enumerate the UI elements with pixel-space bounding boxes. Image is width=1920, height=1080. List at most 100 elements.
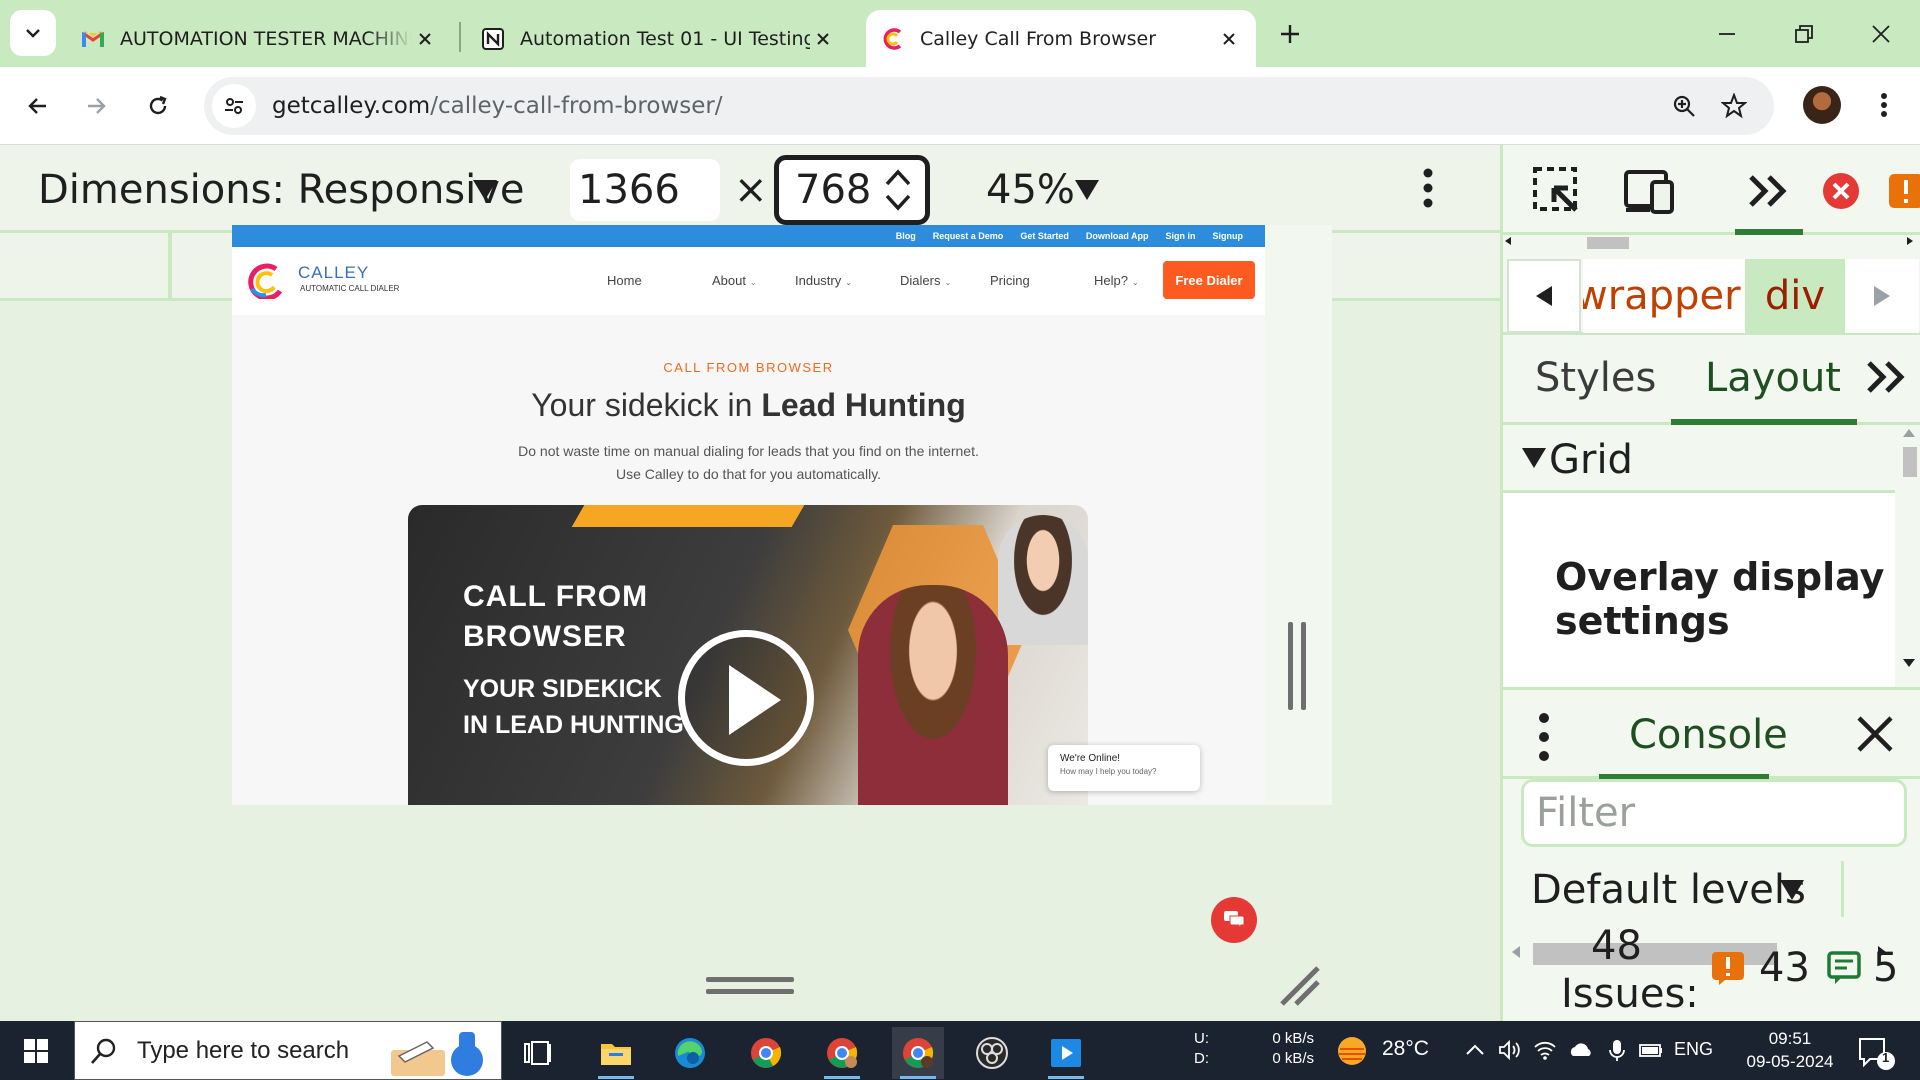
forward-button[interactable] [74,84,118,128]
play-button[interactable] [678,630,814,766]
taskbar-obs[interactable] [966,1027,1018,1079]
taskbar-file-explorer[interactable] [590,1027,642,1079]
task-view-button[interactable] [512,1027,564,1079]
chat-launcher-button[interactable] [1211,897,1257,943]
breadcrumb-div[interactable]: div [1745,259,1845,333]
taskbar-edge[interactable] [664,1027,716,1079]
taskbar-chrome[interactable] [740,1027,792,1079]
emulated-page-gutter [1265,225,1332,805]
logo-wordmark[interactable]: CALLEY [298,263,369,283]
warning-count[interactable]: 43 [1759,945,1810,991]
layout-pane-vscrollbar[interactable] [1895,425,1920,687]
zoom-indicator-button[interactable] [1664,86,1704,126]
top-link-sign-in[interactable]: Sign in [1166,231,1196,241]
nav-help[interactable]: Help? ⌄ [1094,273,1139,288]
console-filter-input[interactable]: Filter [1521,779,1907,847]
nav-industry[interactable]: Industry ⌄ [795,273,852,288]
breadcrumb-scroll-left[interactable] [1507,259,1581,333]
tab-calley[interactable]: Calley Call From Browser [866,10,1256,67]
nav-about[interactable]: About ⌄ [712,273,757,288]
more-vertical-icon[interactable] [1529,710,1559,764]
profile-avatar[interactable] [1803,86,1841,124]
bookmark-button[interactable] [1714,86,1754,126]
width-input[interactable]: 1366 [570,159,720,221]
microphone-icon[interactable] [1604,1037,1630,1063]
issues-total[interactable]: 48 [1591,923,1642,969]
grid-section-header[interactable]: Grid [1503,425,1895,493]
tab-search-button[interactable] [10,10,56,56]
start-button[interactable] [14,1029,58,1073]
top-link-download-app[interactable]: Download App [1086,231,1149,241]
free-dialer-button[interactable]: Free Dialer [1163,261,1255,299]
log-levels-dropdown[interactable]: Default levels [1531,867,1806,913]
chat-greeting-bubble[interactable]: We're Online! How may I help you today? [1048,745,1200,791]
issues-label[interactable]: Issues: [1561,971,1699,1017]
device-options-button[interactable] [1408,163,1448,213]
reload-button[interactable] [136,84,180,128]
taskbar-chrome-active[interactable] [892,1027,944,1079]
close-icon[interactable] [1853,712,1897,756]
top-link-request-demo[interactable]: Request a Demo [933,231,1004,241]
message-count[interactable]: 5 [1873,945,1898,991]
breadcrumb-wrapper[interactable]: wrapper [1583,259,1745,333]
tab-gmail[interactable]: AUTOMATION TESTER MACHINE TEST [66,10,452,67]
errors-indicator[interactable] [1813,163,1869,219]
resize-handle-corner[interactable] [1278,964,1320,1006]
chevron-down-icon: ⌄ [1131,278,1139,287]
top-link-blog[interactable]: Blog [896,231,916,241]
stepper-icon[interactable] [883,164,913,216]
taskbar-media-player[interactable] [1040,1027,1092,1079]
calley-logo-icon[interactable] [246,263,284,299]
device-toolbar-toggle[interactable] [1621,163,1677,219]
close-tab-icon[interactable] [810,26,836,52]
top-link-signup[interactable]: Signup [1213,231,1244,241]
toolbar-scrollbar[interactable] [1503,235,1920,253]
minimize-button[interactable] [1707,14,1747,54]
browser-menu-button[interactable] [1864,85,1904,125]
height-input[interactable]: 768 [774,155,930,225]
console-drawer-header: Console [1503,687,1920,780]
site-info-button[interactable] [212,84,256,128]
double-chevron-right-icon[interactable] [1865,357,1909,397]
resize-handle-bottom[interactable] [706,975,794,999]
close-window-button[interactable] [1861,14,1901,54]
nav-home[interactable]: Home [607,273,642,288]
warnings-indicator[interactable] [1883,163,1920,219]
close-tab-icon[interactable] [1216,26,1242,52]
chevron-up-icon[interactable] [1462,1037,1488,1063]
restore-button[interactable] [1784,14,1824,54]
input-language[interactable]: ENG [1674,1039,1713,1060]
close-tab-icon[interactable] [412,26,438,52]
hero-video[interactable]: CALL FROM BROWSER YOUR SIDEKICK IN LEAD … [408,505,1088,805]
taskbar-chrome-profile[interactable] [816,1027,868,1079]
media-query-marker[interactable] [168,233,172,298]
onedrive-icon[interactable] [1568,1037,1594,1063]
address-bar[interactable]: getcalley.com/calley-call-from-browser/ [204,77,1774,135]
zoom-dropdown[interactable]: 45% [986,167,1075,213]
top-link-get-started[interactable]: Get Started [1020,231,1069,241]
layout-pane: Grid Overlay display settings [1503,425,1895,967]
nav-dialers[interactable]: Dialers ⌄ [900,273,951,288]
resize-handle-right[interactable] [1288,622,1310,710]
battery-icon[interactable] [1638,1037,1664,1063]
tab-console[interactable]: Console [1629,712,1788,758]
more-panels-button[interactable] [1741,163,1797,219]
taskbar-search[interactable]: Type here to search [74,1021,502,1080]
tab-layout[interactable]: Layout [1705,355,1841,401]
video-agent-image [998,515,1088,645]
breadcrumb-scroll-right[interactable] [1845,259,1919,333]
dimensions-dropdown[interactable]: Dimensions: Responsive [38,167,525,213]
volume-icon[interactable] [1496,1037,1522,1063]
tab-styles[interactable]: Styles [1535,355,1656,401]
new-tab-button[interactable] [1270,14,1310,54]
wifi-icon[interactable] [1532,1037,1558,1063]
notification-icon [1859,1038,1895,1070]
tab-notion[interactable]: Automation Test 01 - UI Testing [466,10,850,67]
weather-temperature[interactable]: 28°C [1382,1037,1429,1061]
system-clock[interactable]: 09:51 09-05-2024 [1740,1027,1840,1073]
notification-center-button[interactable]: 1 [1856,1035,1896,1071]
weather-sun-icon[interactable] [1334,1033,1370,1069]
inspect-element-button[interactable] [1529,163,1585,219]
nav-pricing[interactable]: Pricing [990,273,1030,288]
back-button[interactable] [16,84,60,128]
